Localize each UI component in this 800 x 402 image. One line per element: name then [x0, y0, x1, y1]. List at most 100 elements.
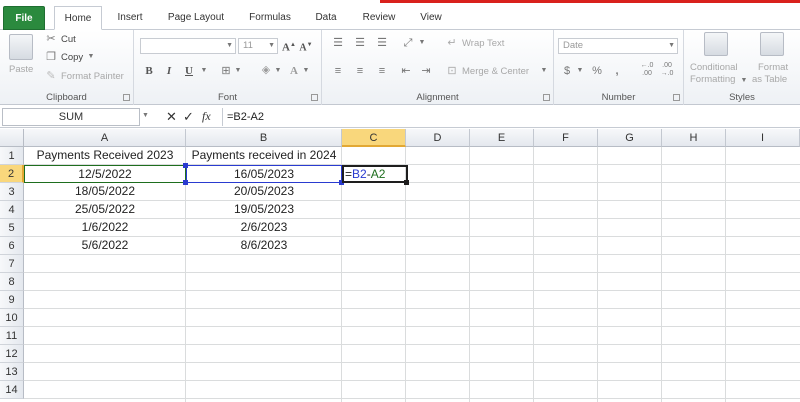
name-box-dropdown-icon[interactable]: ▼ [142, 112, 149, 119]
formula-ref-a2: A2 [370, 167, 386, 181]
tab-view[interactable]: View [412, 7, 450, 29]
tab-home[interactable]: Home [54, 6, 102, 30]
number-format-dropdown[interactable]: Date ▼ [558, 38, 678, 54]
align-left-icon[interactable]: ≡ [330, 64, 346, 78]
insert-function-button[interactable]: fx [202, 109, 211, 124]
merge-dropdown-icon[interactable]: ▼ [540, 64, 548, 78]
cell-b6[interactable]: 8/6/2023 [186, 237, 342, 255]
formula-bar: SUM ▼ ✕ ✓ fx =B2-A2 [0, 106, 800, 128]
align-bottom-icon[interactable]: ☰ [374, 36, 390, 50]
borders-icon[interactable]: ⊞ [218, 64, 234, 78]
format-as-table-label-1[interactable]: Format [758, 62, 788, 73]
cell-a1[interactable]: Payments Received 2023 [24, 147, 186, 165]
formula-ref-b2: B2 [352, 167, 367, 181]
cell-b4[interactable]: 19/05/2023 [186, 201, 342, 219]
underline-icon[interactable]: U [182, 64, 196, 78]
cell-c2-editing[interactable]: =B2-A2 [342, 165, 408, 183]
cancel-icon[interactable]: ✕ [166, 109, 177, 125]
clipboard-launcher-icon[interactable] [123, 94, 130, 101]
decrease-indent-icon[interactable]: ⇤ [398, 64, 414, 78]
decrease-decimal-icon[interactable]: .00 →.0 [658, 62, 676, 78]
column-header-b[interactable]: B [186, 129, 342, 147]
bold-icon[interactable]: B [142, 64, 156, 78]
cell-a3[interactable]: 18/05/2022 [24, 183, 186, 201]
cell-a6[interactable]: 5/6/2022 [24, 237, 186, 255]
align-top-icon[interactable]: ☰ [330, 36, 346, 50]
increase-decimal-icon[interactable]: ←.0.00 [638, 62, 656, 78]
font-launcher-icon[interactable] [311, 94, 318, 101]
number-format-value: Date [563, 40, 584, 51]
shrink-font-icon[interactable]: A▼ [299, 38, 313, 55]
column-header-a[interactable]: A [24, 129, 186, 147]
conditional-formatting-label-1[interactable]: Conditional [690, 62, 738, 73]
styles-group: Conditional Formatting ▼ Format as Table… [684, 30, 800, 105]
font-size-dropdown[interactable]: 11 ▼ [238, 38, 278, 54]
ref-handle-b2-tl[interactable] [183, 163, 188, 168]
number-label: Number [601, 92, 636, 103]
align-right-icon[interactable]: ≡ [374, 64, 390, 78]
borders-dropdown-icon[interactable]: ▼ [234, 64, 242, 78]
scissors-icon: ✂ [46, 33, 56, 45]
cell-b5[interactable]: 2/6/2023 [186, 219, 342, 237]
formula-input[interactable]: =B2-A2 [222, 108, 800, 126]
font-color-icon[interactable]: A [286, 64, 302, 78]
column-header-d[interactable]: D [406, 129, 470, 147]
increase-indent-icon[interactable]: ⇥ [418, 64, 434, 78]
formula-eq: = [345, 167, 353, 181]
cell-b1[interactable]: Payments received in 2024 [186, 147, 342, 165]
alignment-launcher-icon[interactable] [543, 94, 550, 101]
copy-button[interactable]: Copy [61, 52, 83, 63]
orientation-icon[interactable]: ⤢ [400, 36, 416, 50]
align-center-icon[interactable]: ≡ [352, 64, 368, 78]
grow-font-icon[interactable]: A▲ [282, 38, 296, 55]
font-name-dropdown[interactable]: ▼ [140, 38, 236, 54]
cell-a4[interactable]: 25/05/2022 [24, 201, 186, 219]
column-header-h[interactable]: H [662, 129, 726, 147]
underline-dropdown-icon[interactable]: ▼ [200, 64, 208, 78]
column-header-f[interactable]: F [534, 129, 598, 147]
format-as-table-label-2[interactable]: as Table [752, 74, 787, 85]
cell-b2[interactable]: 16/05/2023 [186, 165, 342, 183]
tab-insert[interactable]: Insert [110, 7, 150, 29]
fill-dropdown-icon[interactable]: ▼ [274, 64, 282, 78]
font-color-dropdown-icon[interactable]: ▼ [302, 64, 310, 78]
select-all-corner[interactable] [0, 129, 24, 147]
currency-icon[interactable]: $ [560, 64, 574, 78]
conditional-dropdown-icon[interactable]: ▼ [740, 74, 748, 88]
percent-icon[interactable]: % [590, 64, 604, 78]
chevron-down-icon: ▼ [226, 42, 233, 49]
font-label: Font [217, 92, 237, 103]
enter-check-icon[interactable]: ✓ [183, 109, 194, 125]
italic-icon[interactable]: I [162, 64, 176, 78]
fill-color-icon[interactable]: ◈ [258, 63, 274, 77]
copy-dropdown-icon[interactable]: ▼ [86, 50, 96, 64]
paste-icon[interactable] [9, 34, 33, 60]
tab-formulas[interactable]: Formulas [242, 7, 298, 29]
currency-dropdown-icon[interactable]: ▼ [576, 64, 584, 78]
fill-handle[interactable] [404, 180, 409, 185]
format-painter-icon: ✎ [46, 70, 56, 82]
cell-a2[interactable]: 12/5/2022 [24, 165, 186, 183]
copy-icon: ❐ [46, 51, 56, 63]
merge-center-button[interactable]: Merge & Center [462, 66, 529, 77]
column-header-g[interactable]: G [598, 129, 662, 147]
cell-b3[interactable]: 20/05/2023 [186, 183, 342, 201]
tab-review[interactable]: Review [355, 7, 403, 29]
column-header-i[interactable]: I [726, 129, 800, 147]
cell-a5[interactable]: 1/6/2022 [24, 219, 186, 237]
wrap-text-button[interactable]: Wrap Text [462, 38, 504, 49]
format-painter-button[interactable]: Format Painter [61, 71, 124, 82]
align-middle-icon[interactable]: ☰ [352, 36, 368, 50]
paste-button[interactable]: Paste [9, 64, 33, 75]
tab-file[interactable]: File [3, 6, 45, 30]
name-box[interactable]: SUM [2, 108, 140, 126]
orientation-dropdown-icon[interactable]: ▼ [418, 36, 426, 50]
column-header-e[interactable]: E [470, 129, 534, 147]
column-header-c[interactable]: C [342, 129, 406, 147]
number-launcher-icon[interactable] [673, 94, 680, 101]
tab-page-layout[interactable]: Page Layout [160, 7, 232, 29]
cut-button[interactable]: Cut [61, 34, 76, 45]
tab-data[interactable]: Data [306, 7, 346, 29]
comma-style-icon[interactable]: , [610, 64, 624, 78]
conditional-formatting-label-2[interactable]: Formatting [690, 74, 735, 85]
